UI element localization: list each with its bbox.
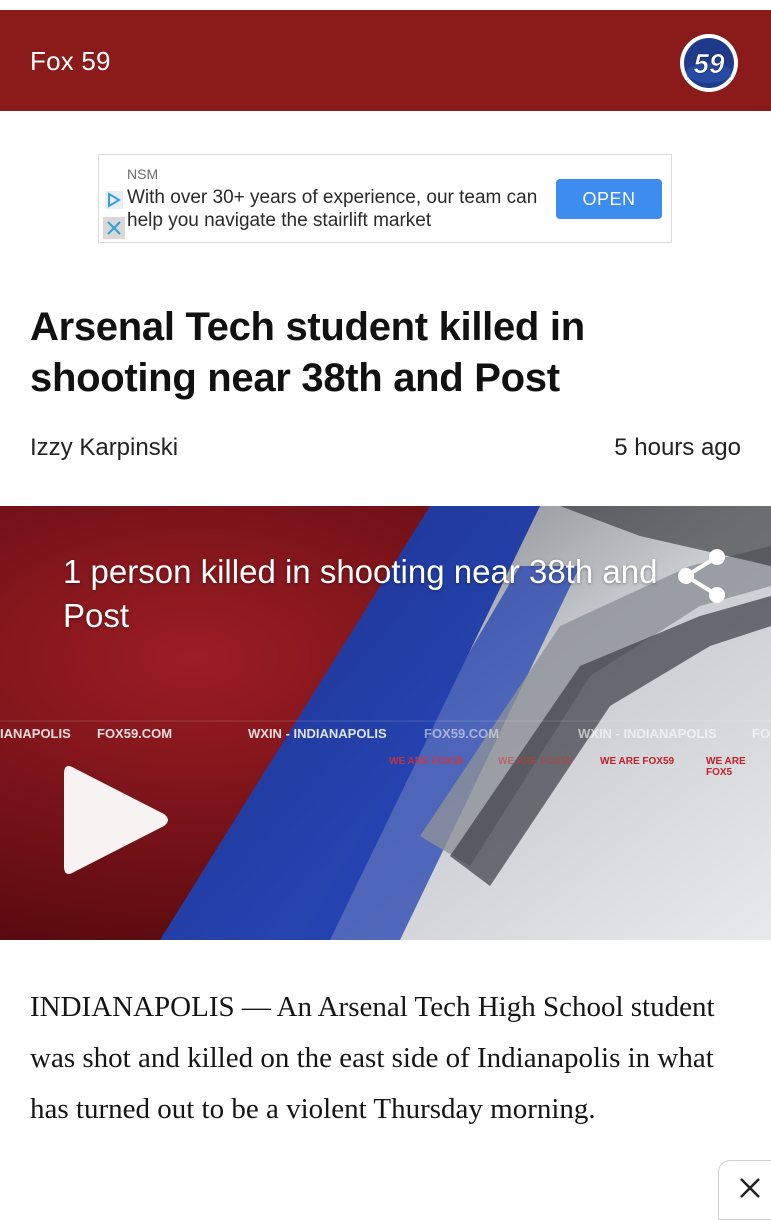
video-player[interactable]: IANAPOLIS FOX59.COM WXIN - INDIANAPOLIS … (0, 506, 771, 940)
play-icon[interactable] (60, 762, 172, 878)
video-backdrop-row1: IANAPOLIS FOX59.COM WXIN - INDIANAPOLIS … (0, 726, 771, 756)
close-icon[interactable] (103, 217, 125, 239)
ad-advertiser: NSM (127, 166, 159, 182)
backdrop-text: WE ARE FOX59 (498, 756, 573, 767)
ad-open-button[interactable]: OPEN (556, 179, 662, 219)
share-icon[interactable] (672, 545, 734, 607)
backdrop-text: WE ARE FOX59 (389, 756, 464, 767)
backdrop-text: WE ARE FOX5 (706, 756, 746, 778)
backdrop-text: FOX59.COM (97, 726, 173, 741)
backdrop-text: IANAPOLIS (0, 726, 71, 741)
backdrop-text: WE ARE FOX59 (600, 756, 675, 767)
fox59-logo[interactable]: 59 (679, 33, 739, 93)
site-header: Fox 59 59 (0, 10, 771, 111)
dismiss-overlay-button[interactable] (718, 1160, 771, 1220)
adchoices-icon[interactable] (105, 191, 123, 209)
video-title: 1 person killed in shooting near 38th an… (63, 553, 658, 634)
logo-text: 59 (693, 48, 725, 79)
close-icon[interactable] (737, 1175, 763, 1201)
ad-message[interactable]: With over 30+ years of experience, our t… (127, 186, 559, 232)
article-headline: Arsenal Tech student killed in shooting … (30, 305, 585, 400)
backdrop-text: FO (752, 726, 771, 741)
ad-banner[interactable]: NSM With over 30+ years of experience, o… (98, 154, 672, 243)
backdrop-text: FOX59.COM (424, 726, 500, 741)
top-strip (0, 0, 771, 10)
article-body: INDIANAPOLIS — An Arsenal Tech High Scho… (30, 991, 715, 1125)
article-author[interactable]: Izzy Karpinski (30, 434, 178, 462)
article-timestamp: 5 hours ago (614, 434, 741, 461)
station-name[interactable]: Fox 59 (30, 46, 111, 77)
backdrop-text: WXIN - INDIANAPOLIS (248, 726, 387, 741)
backdrop-text: WXIN - INDIANAPOLIS (578, 726, 717, 741)
